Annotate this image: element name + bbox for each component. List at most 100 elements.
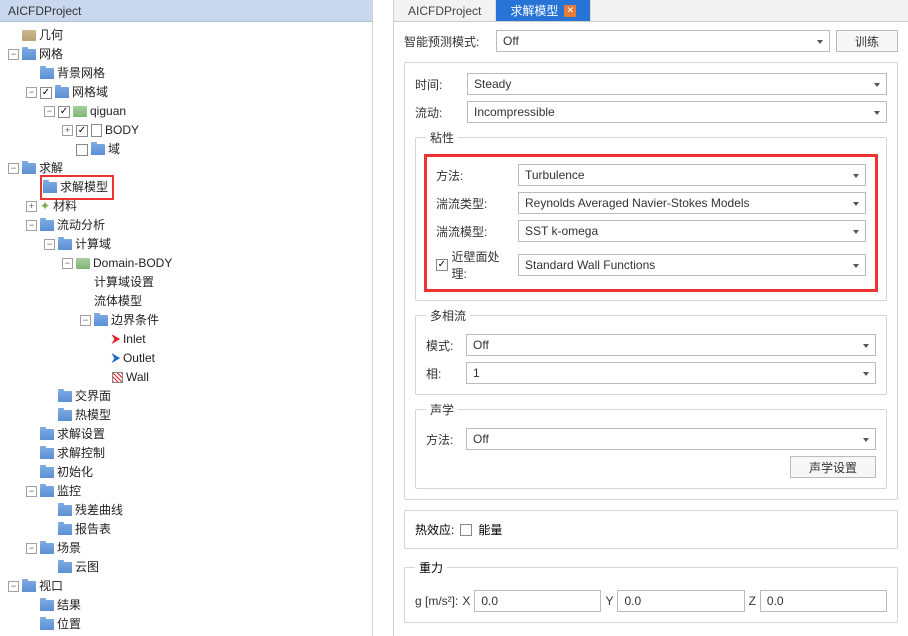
- combo-value: Incompressible: [474, 105, 555, 119]
- folder-icon: [73, 106, 87, 117]
- acoustic-title: 声学: [426, 401, 458, 418]
- tree-item-material[interactable]: 材料: [53, 197, 77, 216]
- tree-item-monitor[interactable]: 监控: [57, 482, 81, 501]
- energy-checkbox[interactable]: [460, 524, 472, 536]
- tree-item-position[interactable]: 位置: [57, 615, 81, 634]
- tree-item-calcdomset[interactable]: 计算域设置: [94, 273, 154, 292]
- file-icon: [91, 124, 102, 137]
- folder-icon: [43, 182, 57, 193]
- folder-icon: [40, 600, 54, 611]
- wall-combo[interactable]: Standard Wall Functions: [518, 254, 866, 276]
- tree-item-wall[interactable]: Wall: [126, 368, 149, 387]
- combo-value: Reynolds Averaged Navier-Stokes Models: [525, 196, 750, 210]
- tree-item-calcdom[interactable]: 计算域: [75, 235, 111, 254]
- tree-item-body[interactable]: BODY: [105, 121, 139, 140]
- gz-label: Z: [749, 594, 756, 608]
- gx-input[interactable]: 0.0: [474, 590, 601, 612]
- combo-value: Off: [473, 338, 489, 352]
- folder-icon: [58, 524, 72, 535]
- tree-item-residual[interactable]: 残差曲线: [75, 501, 123, 520]
- folder-icon: [55, 87, 69, 98]
- close-icon[interactable]: ✕: [564, 5, 576, 17]
- wall-checkbox[interactable]: [436, 259, 448, 271]
- phase-combo[interactable]: 1: [466, 362, 876, 384]
- method-combo[interactable]: Turbulence: [518, 164, 866, 186]
- tree-item-init[interactable]: 初始化: [57, 463, 93, 482]
- turbmodel-label: 湍流模型:: [436, 223, 512, 240]
- input-value: 0.0: [767, 594, 784, 608]
- collapse-icon[interactable]: −: [8, 163, 19, 174]
- gravity-group: 重力 g [m/s²]: X 0.0 Y 0.0 Z 0.0: [404, 559, 898, 623]
- collapse-icon[interactable]: −: [44, 106, 55, 117]
- tree-item-inlet[interactable]: Inlet: [123, 330, 146, 349]
- folder-icon: [40, 486, 54, 497]
- tree-item-scene[interactable]: 场景: [57, 539, 81, 558]
- tree-item-viewport[interactable]: 视口: [39, 577, 63, 596]
- tree-item-outlet[interactable]: Outlet: [123, 349, 155, 368]
- tree-panel: AICFDProject 几何 − 网格 背景网格 − 网格域 − qiguan + B…: [0, 0, 373, 636]
- expand-icon[interactable]: +: [62, 125, 73, 136]
- tree-item-heatmodel[interactable]: 热模型: [75, 406, 111, 425]
- tree-item-geom[interactable]: 几何: [39, 26, 63, 45]
- time-combo[interactable]: Steady: [467, 73, 887, 95]
- mode-combo[interactable]: Off: [466, 334, 876, 356]
- gz-input[interactable]: 0.0: [760, 590, 887, 612]
- tree-panel-title: AICFDProject: [0, 0, 372, 22]
- turbmodel-combo[interactable]: SST k-omega: [518, 220, 866, 242]
- collapse-icon[interactable]: −: [8, 581, 19, 592]
- gravity-title: 重力: [415, 559, 447, 576]
- expand-icon[interactable]: +: [26, 201, 37, 212]
- tree-item-report[interactable]: 报告表: [75, 520, 111, 539]
- combo-value: Off: [503, 34, 519, 48]
- tree-item-meshdom[interactable]: 网格域: [72, 83, 108, 102]
- combo-value: Standard Wall Functions: [525, 258, 655, 272]
- folder-icon: [40, 619, 54, 630]
- checkbox-meshdom[interactable]: [40, 87, 52, 99]
- collapse-icon[interactable]: −: [26, 220, 37, 231]
- tree-item-interface[interactable]: 交界面: [75, 387, 111, 406]
- gy-input[interactable]: 0.0: [617, 590, 744, 612]
- acoustic-settings-button[interactable]: 声学设置: [790, 456, 876, 478]
- tree-item-solveset[interactable]: 求解设置: [57, 425, 105, 444]
- predict-combo[interactable]: Off: [496, 30, 830, 52]
- flow-combo[interactable]: Incompressible: [467, 101, 887, 123]
- collapse-icon[interactable]: −: [80, 315, 91, 326]
- train-button[interactable]: 训练: [836, 30, 898, 52]
- acoustic-combo[interactable]: Off: [466, 428, 876, 450]
- tree-item-domainbody[interactable]: Domain-BODY: [93, 254, 172, 273]
- collapse-icon[interactable]: −: [26, 543, 37, 554]
- tree-item-domain[interactable]: 域: [108, 140, 120, 159]
- collapse-icon[interactable]: −: [8, 49, 19, 60]
- tree-item-mesh[interactable]: 网格: [39, 45, 63, 64]
- button-label: 训练: [855, 33, 879, 50]
- collapse-icon[interactable]: −: [62, 258, 73, 269]
- heat-label: 热效应:: [415, 521, 454, 538]
- checkbox-domain[interactable]: [76, 144, 88, 156]
- folder-icon: [58, 391, 72, 402]
- form-area: 智能预测模式: Off 训练 时间: Steady 流动: Incompress…: [394, 22, 908, 636]
- tree-item-flowana[interactable]: 流动分析: [57, 216, 105, 235]
- tab-label: 求解模型: [510, 2, 558, 19]
- collapse-icon[interactable]: −: [26, 486, 37, 497]
- tree-item-cloud[interactable]: 云图: [75, 558, 99, 577]
- tab-solvemodel[interactable]: 求解模型 ✕: [496, 0, 591, 21]
- turbtype-combo[interactable]: Reynolds Averaged Navier-Stokes Models: [518, 192, 866, 214]
- tree-item-solvectrl[interactable]: 求解控制: [57, 444, 105, 463]
- mode-label: 模式:: [426, 337, 460, 354]
- tree-item-result[interactable]: 结果: [57, 596, 81, 615]
- tree-item-solvemodel[interactable]: 求解模型: [60, 178, 108, 197]
- tree-item-fluidmodel[interactable]: 流体模型: [94, 292, 142, 311]
- tree-item-qiguan[interactable]: qiguan: [90, 102, 126, 121]
- collapse-icon[interactable]: −: [44, 239, 55, 250]
- checkbox-body[interactable]: [76, 125, 88, 137]
- gy-label: Y: [605, 594, 613, 608]
- viscosity-group: 粘性 方法: Turbulence 湍流类型: Reynolds Average…: [415, 129, 887, 301]
- project-tree[interactable]: 几何 − 网格 背景网格 − 网格域 − qiguan + BODY 域: [0, 22, 372, 636]
- tree-item-bc[interactable]: 边界条件: [111, 311, 159, 330]
- tree-item-bgmesh[interactable]: 背景网格: [57, 64, 105, 83]
- checkbox-qiguan[interactable]: [58, 106, 70, 118]
- folder-icon: [22, 163, 36, 174]
- tab-project[interactable]: AICFDProject: [394, 0, 496, 21]
- collapse-icon[interactable]: −: [26, 87, 37, 98]
- folder-icon: [40, 448, 54, 459]
